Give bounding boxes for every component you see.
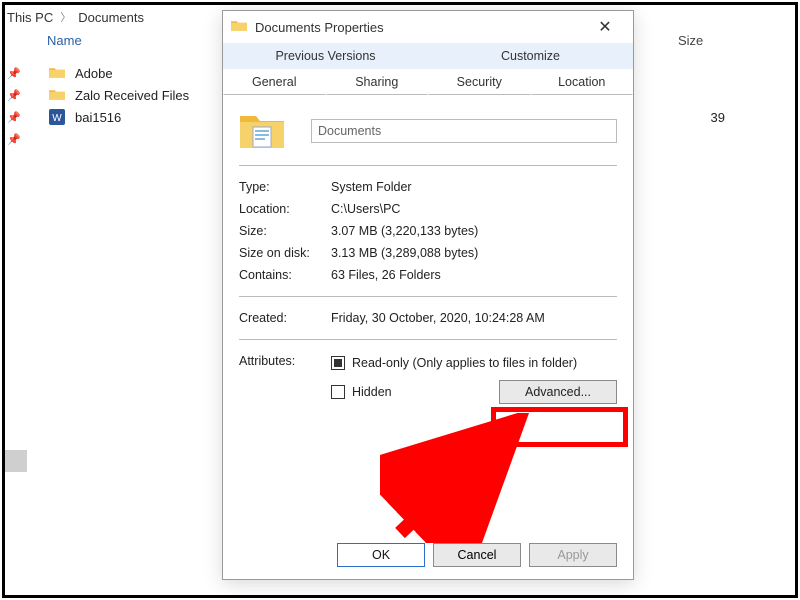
value-size: 3.07 MB (3,220,133 bytes) [331,224,617,238]
value-location: C:\Users\PC [331,202,617,216]
chevron-right-icon: 〉 [60,9,71,25]
dialog-buttons: OK Cancel Apply [337,543,617,567]
ok-button[interactable]: OK [337,543,425,567]
tab-row-top: Previous Versions Customize [223,43,633,69]
annotation-highlight [491,407,628,447]
file-size: 39 [665,110,725,125]
tab-sharing[interactable]: Sharing [326,69,429,95]
tab-customize[interactable]: Customize [428,43,633,69]
column-size[interactable]: Size [678,33,748,48]
pin-icon: 📌 [5,111,23,124]
pin-icon: 📌 [5,67,23,80]
value-size-on-disk: 3.13 MB (3,289,088 bytes) [331,246,617,260]
folder-icon [48,64,66,82]
value-created: Friday, 30 October, 2020, 10:24:28 AM [331,311,617,325]
label-hidden: Hidden [352,385,392,399]
pin-icon: 📌 [5,89,23,102]
breadcrumb-current[interactable]: Documents [78,10,144,25]
close-button[interactable]: ✕ [585,17,625,37]
value-type: System Folder [331,180,617,194]
svg-text:W: W [52,113,62,124]
folder-icon [231,19,247,35]
word-doc-icon: W [48,108,66,126]
tab-general[interactable]: General [223,69,326,95]
label-created: Created: [239,311,331,325]
folder-icon [48,86,66,104]
label-contains: Contains: [239,268,331,282]
pin-icon: 📌 [5,133,23,146]
folder-large-icon [239,111,285,151]
selection-stub [5,450,27,472]
label-attributes: Attributes: [239,354,331,406]
advanced-button[interactable]: Advanced... [499,380,617,404]
value-contains: 63 Files, 26 Folders [331,268,617,282]
folder-name-input[interactable] [311,119,617,143]
dialog-title: Documents Properties [255,20,384,35]
tab-row-bottom: General Sharing Security Location [223,69,633,95]
apply-button[interactable]: Apply [529,543,617,567]
label-type: Type: [239,180,331,194]
checkbox-hidden[interactable] [331,385,345,399]
label-size: Size: [239,224,331,238]
dialog-titlebar[interactable]: Documents Properties ✕ [223,11,633,43]
tab-previous-versions[interactable]: Previous Versions [223,43,428,69]
checkbox-readonly[interactable] [331,356,345,370]
tab-location[interactable]: Location [531,69,634,95]
breadcrumb-root[interactable]: This PC [7,10,53,25]
tab-security[interactable]: Security [428,69,531,95]
properties-dialog: Documents Properties ✕ Previous Versions… [222,10,634,580]
label-location: Location: [239,202,331,216]
label-readonly: Read-only (Only applies to files in fold… [352,356,577,370]
label-size-on-disk: Size on disk: [239,246,331,260]
cancel-button[interactable]: Cancel [433,543,521,567]
tab-content-general: Type:System Folder Location:C:\Users\PC … [223,95,633,410]
